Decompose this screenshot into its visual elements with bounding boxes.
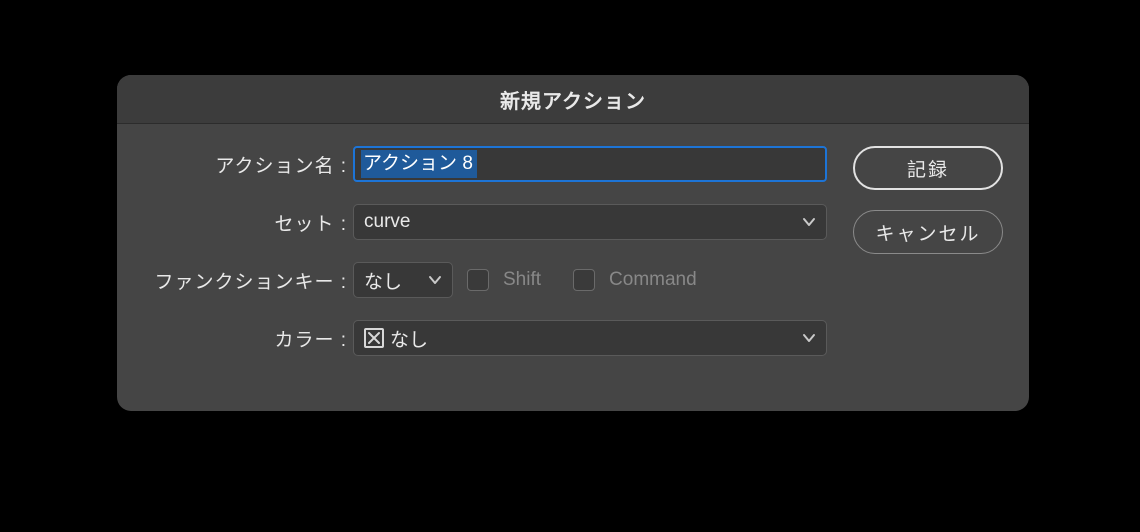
label-color: カラー : [143,325,353,352]
label-action-name: アクション名 : [143,151,353,178]
chevron-down-icon [802,331,816,345]
command-checkbox[interactable] [573,269,595,291]
label-set: セット : [143,209,353,236]
new-action-dialog: 新規アクション アクション名 : アクション 8 セット : curve [117,75,1029,411]
chevron-down-icon [802,215,816,229]
cancel-button-label: キャンセル [875,219,980,246]
cancel-button[interactable]: キャンセル [853,210,1003,254]
dialog-titlebar: 新規アクション [117,75,1029,124]
action-name-value: アクション 8 [361,150,477,178]
action-name-input[interactable]: アクション 8 [353,146,827,182]
dialog-title: 新規アクション [500,85,646,114]
command-label: Command [609,269,697,291]
function-key-value: なし [364,267,402,294]
record-button-label: 記録 [907,155,949,182]
chevron-down-icon [428,273,442,287]
set-select[interactable]: curve [353,204,827,240]
set-value: curve [364,211,410,233]
none-icon [364,328,384,348]
color-value: なし [390,325,428,352]
label-function-key: ファンクションキー : [143,267,353,294]
record-button[interactable]: 記録 [853,146,1003,190]
shift-label: Shift [503,269,541,291]
function-key-select[interactable]: なし [353,262,453,298]
shift-checkbox[interactable] [467,269,489,291]
color-select[interactable]: なし [353,320,827,356]
